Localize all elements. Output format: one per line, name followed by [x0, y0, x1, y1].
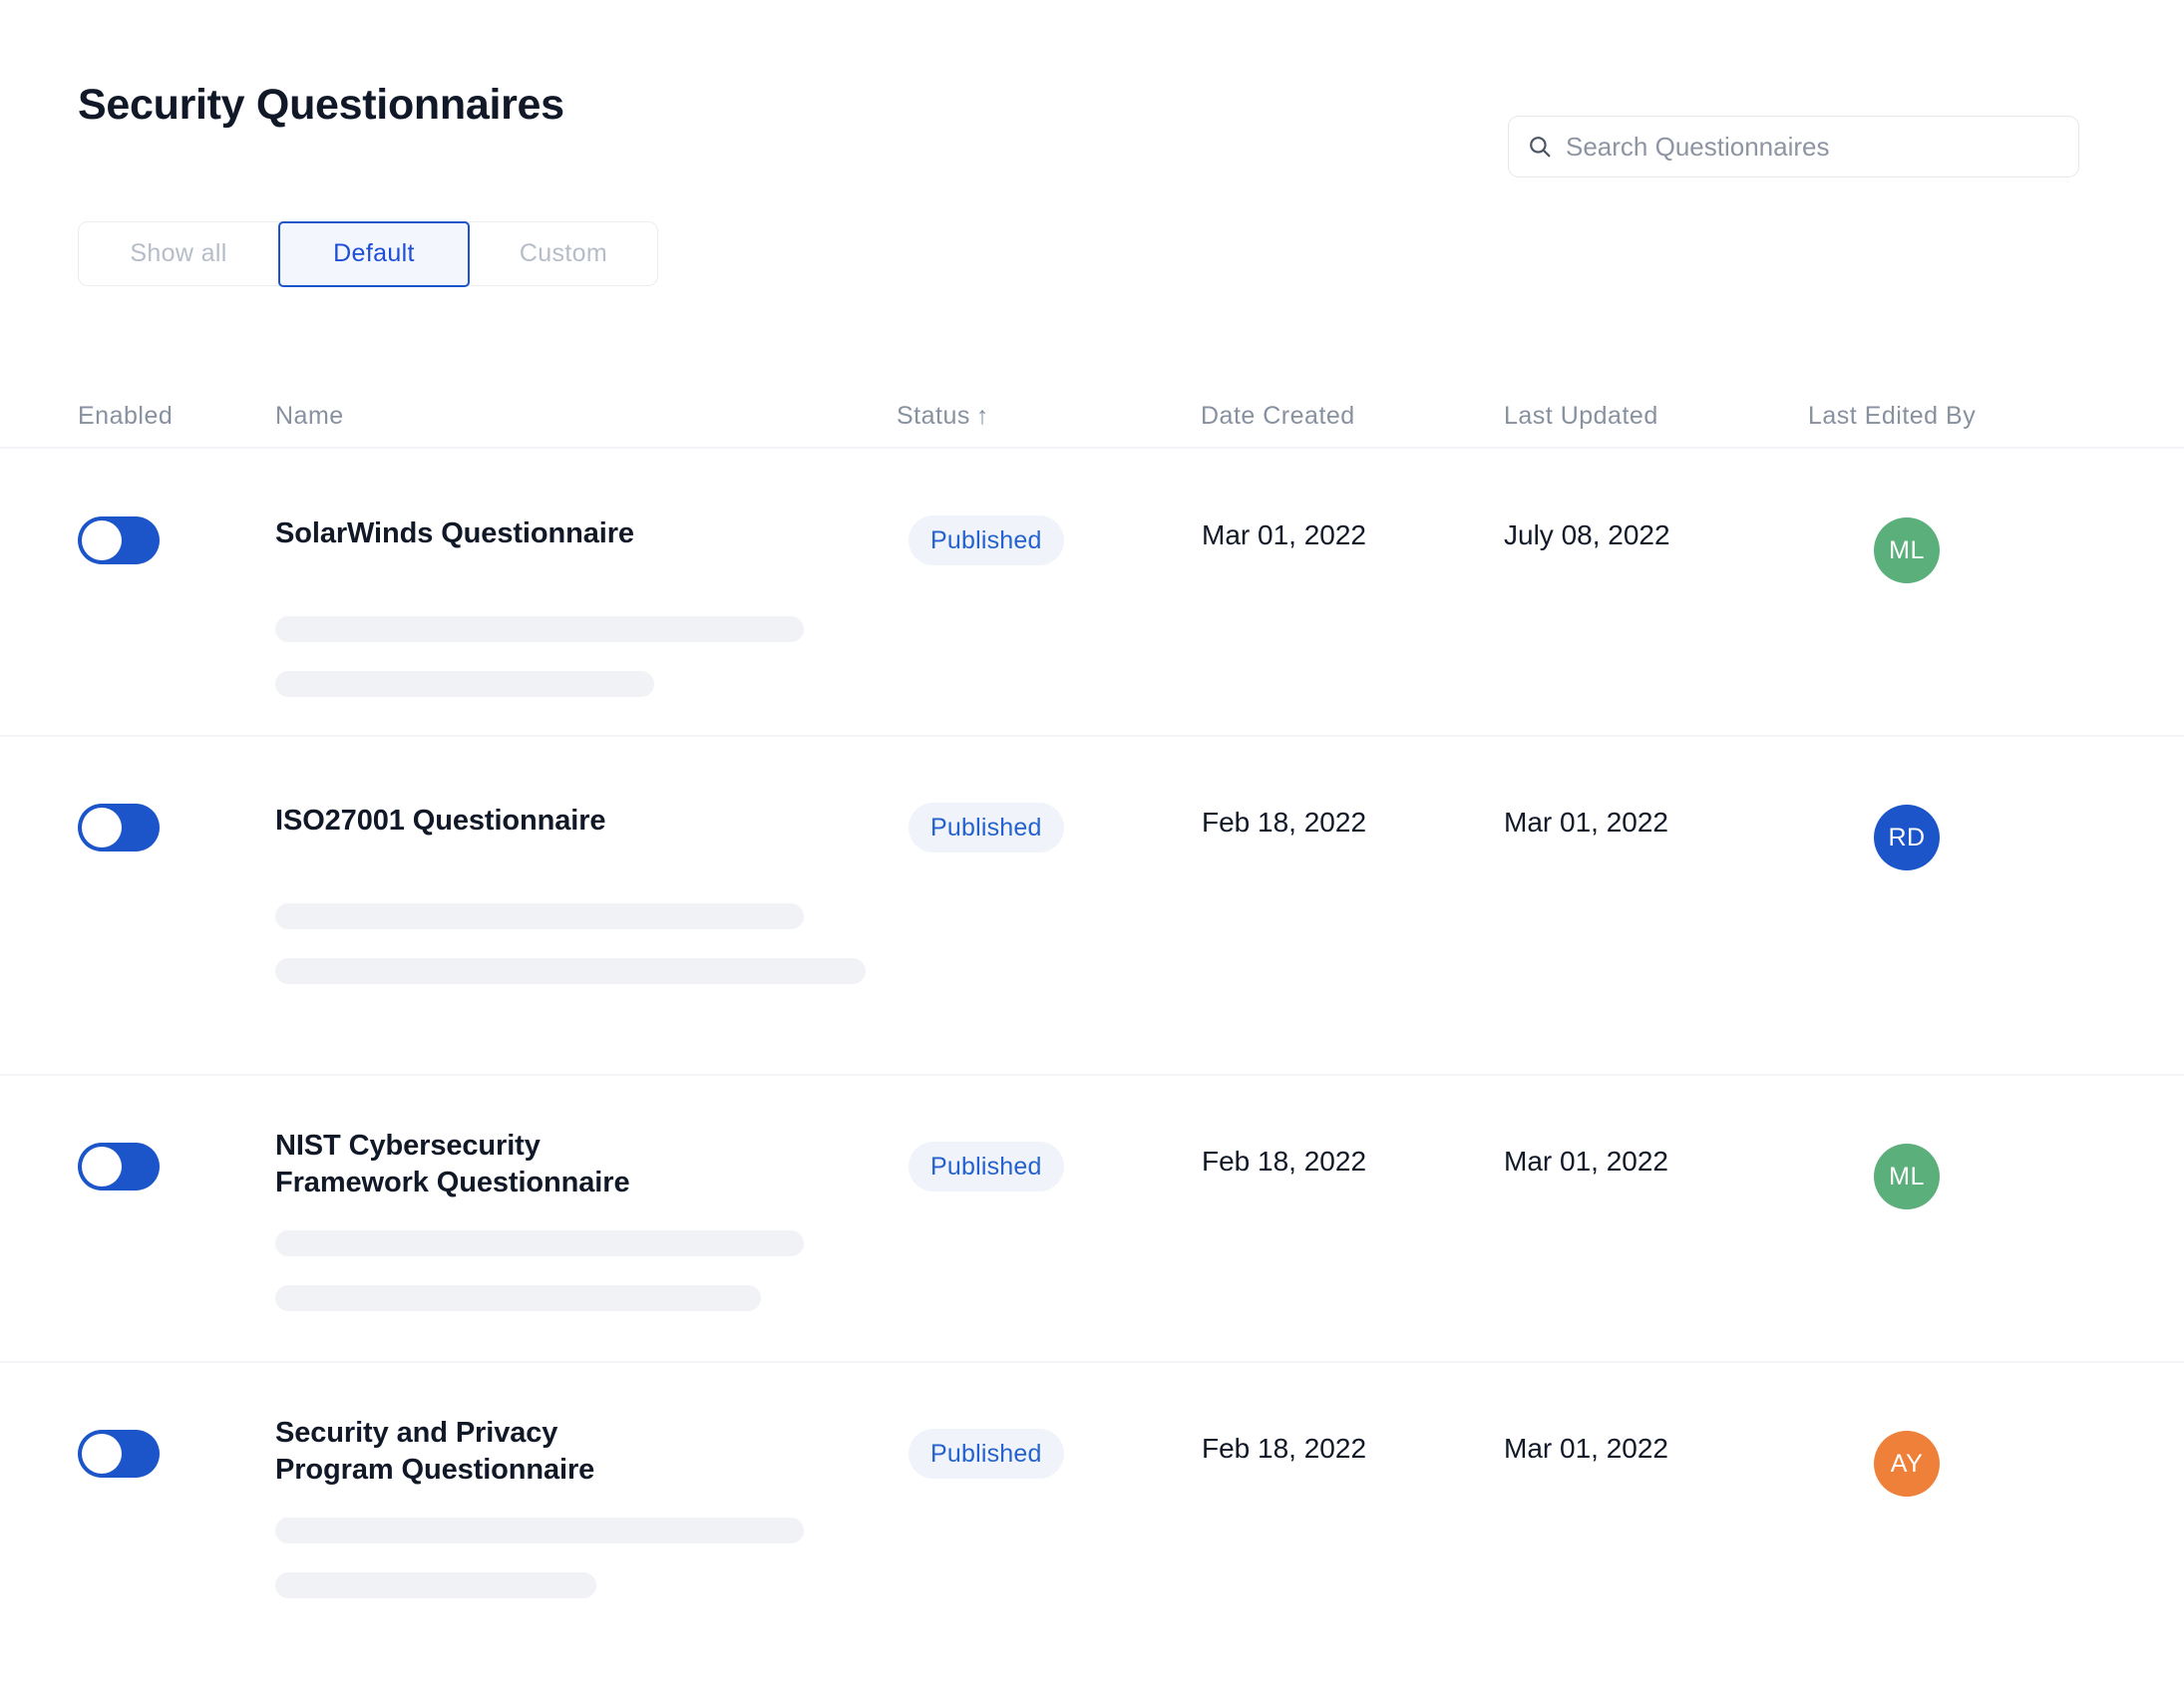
sort-ascending-icon: ↑ [975, 402, 989, 430]
date-created-value: Feb 18, 2022 [1202, 1433, 1367, 1464]
column-header-name[interactable]: Name [275, 402, 344, 431]
table-row[interactable]: ISO27001 Questionnaire Published Feb 18,… [0, 737, 2184, 1076]
toggle-knob [82, 1434, 122, 1474]
date-created-value: Mar 01, 2022 [1202, 519, 1366, 550]
content-placeholder-bar [275, 1285, 761, 1311]
table-header-row: Enabled Name Status ↑ Date Created Last U… [0, 384, 2184, 449]
toggle-knob [82, 520, 122, 560]
questionnaire-filter-tabs: Show all Default Custom [78, 220, 658, 287]
column-header-status[interactable]: Status ↑ [897, 402, 989, 431]
last-updated-value: Mar 01, 2022 [1504, 1433, 1668, 1464]
avatar[interactable]: ML [1874, 1144, 1940, 1209]
column-header-last-edited-by[interactable]: Last Edited By [1808, 402, 1976, 431]
enabled-toggle[interactable] [78, 1143, 160, 1190]
toggle-knob [82, 808, 122, 848]
column-header-enabled[interactable]: Enabled [78, 402, 173, 431]
questionnaire-name-line2: Program Questionnaire [275, 1454, 595, 1487]
enabled-toggle[interactable] [78, 1430, 160, 1478]
content-placeholder-bar [275, 903, 804, 929]
date-created-value: Feb 18, 2022 [1202, 1146, 1367, 1177]
table-row[interactable]: NIST Cybersecurity Framework Questionnai… [0, 1076, 2184, 1363]
enabled-toggle[interactable] [78, 804, 160, 851]
questionnaire-name[interactable]: NIST Cybersecurity Framework Questionnai… [275, 1128, 630, 1201]
avatar[interactable]: RD [1874, 805, 1940, 870]
enabled-toggle[interactable] [78, 516, 160, 564]
questionnaire-name[interactable]: SolarWinds Questionnaire [275, 515, 634, 552]
content-placeholder-bar [275, 958, 866, 984]
search-input[interactable] [1566, 117, 2060, 176]
content-placeholder-bar [275, 671, 654, 697]
last-updated-value: Mar 01, 2022 [1504, 807, 1668, 838]
page-title: Security Questionnaires [78, 81, 564, 129]
last-updated-value: Mar 01, 2022 [1504, 1146, 1668, 1177]
content-placeholder-bar [275, 1518, 804, 1543]
questionnaire-name-line1: SolarWinds Questionnaire [275, 517, 634, 549]
questionnaire-name-line1: Security and Privacy [275, 1417, 558, 1449]
column-header-last-updated[interactable]: Last Updated [1504, 402, 1658, 431]
toggle-knob [82, 1147, 122, 1187]
questionnaire-name-line1: ISO27001 Questionnaire [275, 805, 606, 837]
date-created-value: Feb 18, 2022 [1202, 807, 1367, 838]
questionnaire-name[interactable]: ISO27001 Questionnaire [275, 803, 606, 840]
avatar[interactable]: ML [1874, 517, 1940, 583]
security-questionnaires-page: Security Questionnaires Show all Default… [0, 0, 2184, 1699]
content-placeholder-bar [275, 1230, 804, 1256]
avatar[interactable]: AY [1874, 1431, 1940, 1497]
search-icon [1527, 134, 1553, 160]
questionnaire-name[interactable]: Security and Privacy Program Questionnai… [275, 1415, 594, 1489]
questionnaire-name-line2: Framework Questionnaire [275, 1167, 630, 1199]
status-badge: Published [909, 1142, 1064, 1191]
column-header-status-label: Status [897, 402, 970, 430]
column-header-date-created[interactable]: Date Created [1201, 402, 1355, 431]
last-updated-value: July 08, 2022 [1504, 519, 1670, 550]
status-badge: Published [909, 803, 1064, 852]
filter-tab-show-all[interactable]: Show all [79, 222, 278, 285]
search-questionnaires-box[interactable] [1508, 116, 2079, 177]
table-row[interactable]: Security and Privacy Program Questionnai… [0, 1363, 2184, 1699]
status-badge: Published [909, 515, 1064, 565]
filter-tab-custom[interactable]: Custom [470, 222, 657, 285]
content-placeholder-bar [275, 1572, 596, 1598]
filter-tab-default[interactable]: Default [278, 220, 470, 287]
questionnaire-name-line1: NIST Cybersecurity [275, 1130, 541, 1162]
status-badge: Published [909, 1429, 1064, 1479]
content-placeholder-bar [275, 616, 804, 642]
table-row[interactable]: SolarWinds Questionnaire Published Mar 0… [0, 450, 2184, 737]
